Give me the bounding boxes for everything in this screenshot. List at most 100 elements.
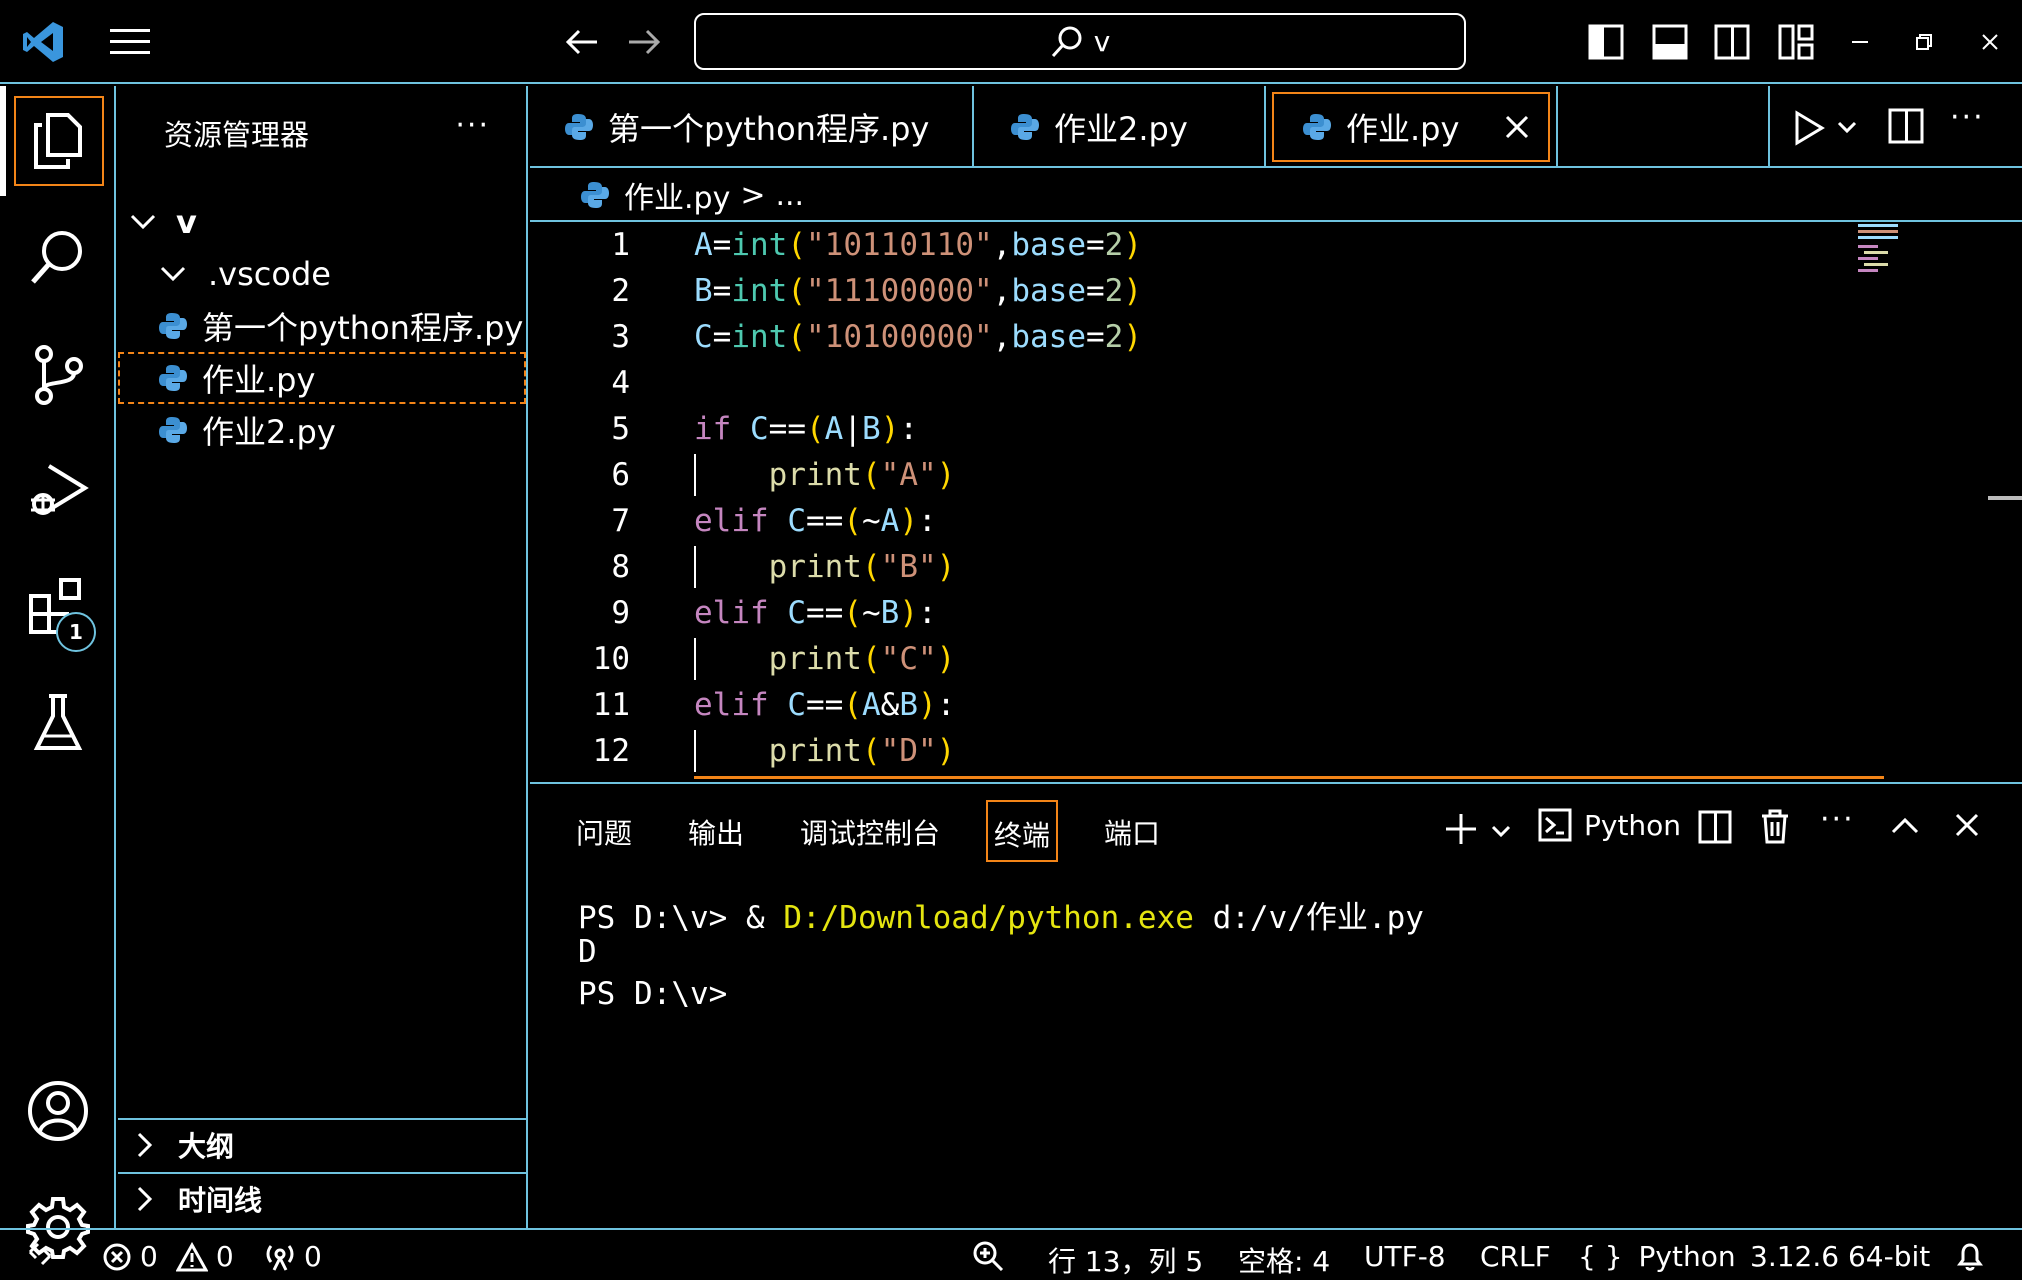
notifications-icon[interactable] <box>1956 1242 1984 1272</box>
cursor-position[interactable]: 行 13，列 5 <box>1048 1240 1203 1280</box>
breadcrumb-file[interactable]: 作业.py <box>624 173 730 217</box>
zoom-indicator[interactable] <box>972 1240 1004 1272</box>
restore-icon[interactable] <box>1894 12 1954 72</box>
back-arrow-icon[interactable] <box>552 12 612 72</box>
code-line[interactable]: 12 print("D") <box>530 728 1960 774</box>
folder-root[interactable]: v <box>118 196 526 248</box>
scrollbar-thumb[interactable] <box>1988 496 2022 500</box>
tree-item-vscode[interactable]: .vscode <box>118 248 526 300</box>
line-number: 12 <box>592 733 630 769</box>
editor-more-button[interactable]: ··· <box>1950 100 1985 135</box>
code-token: = <box>1085 273 1105 309</box>
tree-item-homework[interactable]: 作业.py <box>118 352 526 404</box>
explorer-title: 资源管理器 <box>164 118 310 152</box>
tab-debug-console[interactable]: 调试控制台 <box>800 812 940 852</box>
code-line[interactable]: 1 A=int("10110110",base=2) <box>530 222 1960 268</box>
tab-output[interactable]: 输出 <box>688 812 744 852</box>
tab-ports[interactable]: 端口 <box>1104 812 1160 852</box>
explorer-more-button[interactable]: ··· <box>455 108 490 143</box>
tab-problems[interactable]: 问题 <box>576 812 632 852</box>
code-line[interactable]: 6 print("A") <box>530 452 1960 498</box>
code-line[interactable]: 10 print("C") <box>530 636 1960 682</box>
tab-terminal[interactable]: 终端 <box>986 800 1059 862</box>
close-window-icon[interactable] <box>1960 12 2020 72</box>
code-token: B <box>694 273 713 309</box>
indentation[interactable]: 空格: 4 <box>1238 1240 1330 1280</box>
close-panel-icon[interactable] <box>1954 812 1980 838</box>
code-token: , <box>992 227 1012 263</box>
chevron-down-icon[interactable] <box>1836 120 1858 136</box>
split-terminal-icon[interactable] <box>1698 810 1732 844</box>
code-line[interactable]: 4 <box>530 360 1960 406</box>
code-token: base <box>1011 227 1086 263</box>
menu-icon[interactable] <box>100 12 160 72</box>
line-ending[interactable]: CRLF <box>1480 1240 1551 1273</box>
language-mode[interactable]: { } Python <box>1578 1240 1736 1273</box>
line-number: 6 <box>611 457 630 493</box>
extensions-activity[interactable]: 1 <box>0 552 116 662</box>
code-line[interactable]: 3 C=int("10100000",base=2) <box>530 314 1960 360</box>
code-token: int <box>731 273 788 309</box>
code-line[interactable]: 9 elif C==(~B): <box>530 590 1960 636</box>
minimap[interactable] <box>1858 224 1904 272</box>
encoding[interactable]: UTF-8 <box>1364 1240 1446 1273</box>
source-control-activity[interactable] <box>0 320 116 430</box>
chevron-down-icon[interactable] <box>1490 824 1512 840</box>
code-token: print <box>768 641 862 677</box>
trash-icon[interactable] <box>1760 808 1790 844</box>
terminal-icon <box>1538 808 1572 842</box>
tree-item-homework2[interactable]: 作业2.py <box>118 404 526 456</box>
explorer-activity[interactable] <box>0 86 116 196</box>
code-token: ( <box>787 319 807 355</box>
code-token: B <box>862 411 881 447</box>
command-center-search[interactable]: v <box>694 13 1466 70</box>
search-activity[interactable] <box>0 202 116 312</box>
code-token: C <box>787 595 806 631</box>
run-file-icon[interactable] <box>1792 110 1826 146</box>
problems-indicator[interactable]: 0 0 <box>102 1240 234 1273</box>
tab-homework2[interactable]: 作业2.py <box>974 86 1266 168</box>
panel-more-button[interactable]: ··· <box>1820 802 1855 837</box>
new-terminal-icon[interactable] <box>1444 812 1478 846</box>
code-token: : <box>918 503 937 539</box>
code-token: C <box>750 411 769 447</box>
tab-first-program[interactable]: 第一个python程序.py <box>530 86 974 168</box>
outline-section[interactable]: 大纲 <box>118 1118 526 1170</box>
editor-tabs: 第一个python程序.py 作业2.py 作业.py ··· <box>530 86 2022 168</box>
accounts-activity[interactable] <box>0 1056 116 1166</box>
code-line[interactable]: 11 elif C==(A&B): <box>530 682 1960 728</box>
terminal-shell-selector[interactable]: Python <box>1538 808 1681 842</box>
run-debug-activity[interactable] <box>0 436 116 546</box>
tab-homework[interactable]: 作业.py <box>1266 86 1558 168</box>
customize-layout-icon[interactable] <box>1766 12 1826 72</box>
chevron-down-icon <box>130 214 156 230</box>
code-line[interactable]: 8 print("B") <box>530 544 1960 590</box>
python-interpreter[interactable]: 3.12.6 64-bit <box>1750 1240 1970 1273</box>
maximize-panel-icon[interactable] <box>1890 816 1920 836</box>
ports-indicator[interactable]: 0 <box>264 1240 322 1273</box>
toggle-secondary-sidebar-icon[interactable] <box>1702 12 1762 72</box>
testing-activity[interactable] <box>0 668 116 778</box>
code-line[interactable]: 2 B=int("11100000",base=2) <box>530 268 1960 314</box>
tree-item-label: 作业.py <box>202 361 316 399</box>
code-editor[interactable]: 1 A=int("10110110",base=2) 2 B=int("1110000… <box>530 222 2022 782</box>
toggle-primary-sidebar-icon[interactable] <box>1576 12 1636 72</box>
forward-arrow-icon[interactable] <box>614 12 674 72</box>
code-line[interactable]: 7 elif C==(~A): <box>530 498 1960 544</box>
remote-indicator[interactable] <box>26 1240 54 1268</box>
code-token: B <box>899 687 919 723</box>
split-editor-icon[interactable] <box>1888 108 1924 144</box>
tree-item-first-program[interactable]: 第一个python程序.py <box>118 300 526 352</box>
minimize-icon[interactable] <box>1830 12 1890 72</box>
code-line[interactable]: 5 if C==(A|B): <box>530 406 1960 452</box>
code-token: , <box>992 273 1012 309</box>
code-token: == <box>768 411 806 447</box>
code-token: "11100000" <box>806 273 993 309</box>
code-token: base <box>1011 319 1086 355</box>
breadcrumb-symbols[interactable]: ... <box>775 178 804 213</box>
timeline-section[interactable]: 时间线 <box>118 1172 526 1224</box>
toggle-panel-icon[interactable] <box>1640 12 1700 72</box>
close-tab-icon[interactable] <box>1504 114 1530 140</box>
